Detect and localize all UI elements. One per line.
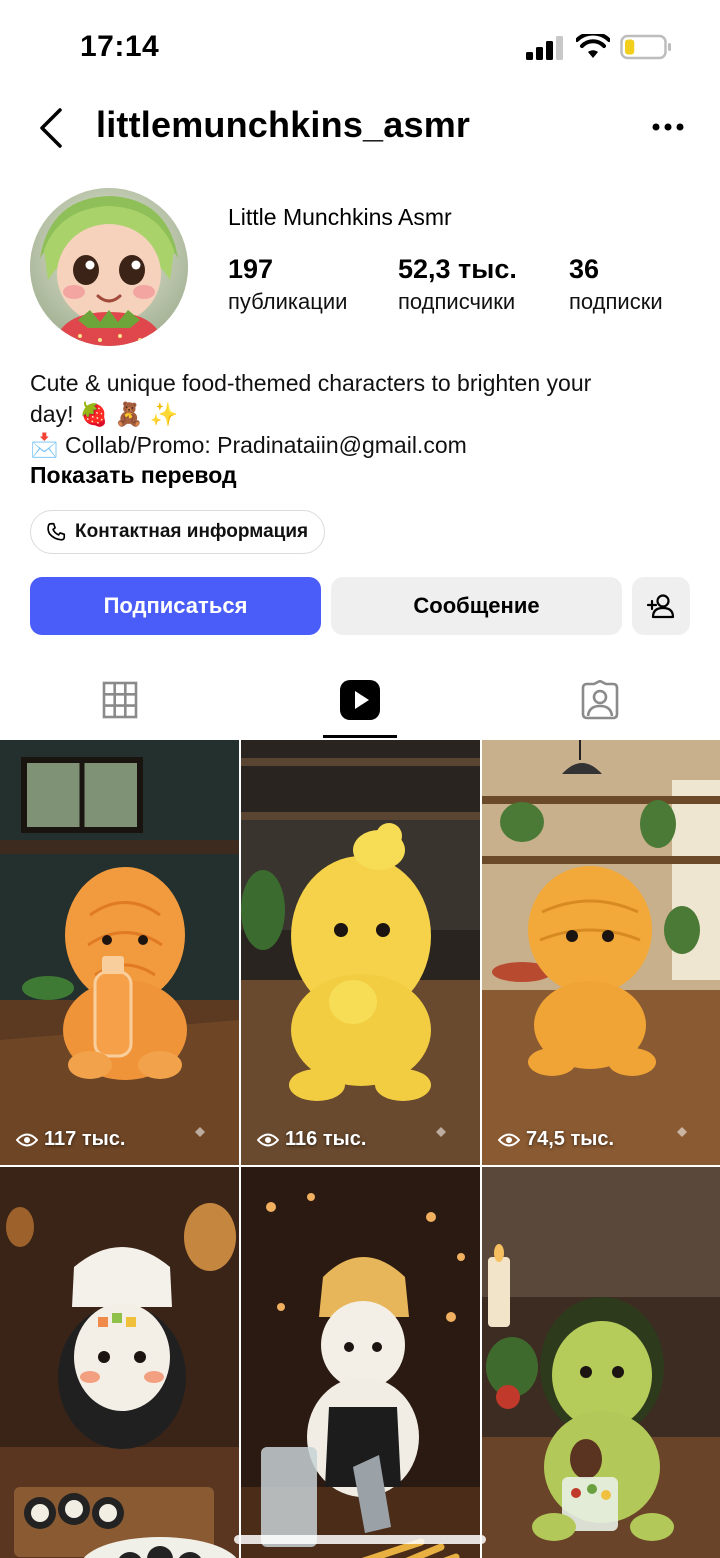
reel-image bbox=[482, 740, 720, 1165]
watermark-icon bbox=[436, 1127, 446, 1137]
watermark-icon bbox=[677, 1127, 687, 1137]
avatar[interactable] bbox=[30, 188, 188, 346]
display-name: Little Munchkins Asmr bbox=[228, 204, 452, 230]
reel-thumbnail[interactable] bbox=[482, 1167, 720, 1558]
phone-icon bbox=[47, 522, 66, 541]
contact-label: Контактная информация bbox=[75, 521, 309, 542]
wifi-icon bbox=[576, 34, 610, 58]
reels-grid: 117 тыс. 116 тыс. 74,5 тыс. bbox=[0, 740, 720, 1558]
contact-info-button[interactable]: Контактная информация bbox=[30, 510, 326, 554]
eye-icon bbox=[16, 1133, 38, 1146]
message-button[interactable]: Сообщение bbox=[331, 577, 622, 635]
profile-tabs bbox=[0, 660, 720, 740]
reel-image bbox=[482, 1167, 720, 1558]
reel-thumbnail[interactable]: 116 тыс. bbox=[241, 740, 480, 1165]
grid-icon bbox=[102, 681, 138, 719]
profile-handle: littlemunchkins_asmr bbox=[96, 104, 471, 145]
follow-button[interactable]: Подписаться bbox=[30, 577, 321, 635]
reel-thumbnail[interactable] bbox=[241, 1167, 480, 1558]
tagged-person-icon bbox=[581, 680, 619, 720]
more-options-icon[interactable] bbox=[648, 112, 688, 142]
show-translation-link[interactable]: Показать перевод bbox=[30, 462, 237, 489]
view-count-text: 116 тыс. bbox=[285, 1128, 367, 1150]
stat-label: подписчики bbox=[398, 289, 516, 314]
battery-icon bbox=[620, 34, 671, 60]
status-bar: 17:14 bbox=[0, 0, 720, 96]
tab-reels[interactable] bbox=[240, 660, 480, 740]
add-person-icon bbox=[646, 594, 675, 619]
view-count: 74,5 тыс. bbox=[498, 1128, 614, 1151]
reel-image bbox=[0, 1167, 239, 1558]
view-count: 117 тыс. bbox=[16, 1128, 125, 1151]
eye-icon bbox=[257, 1133, 279, 1146]
stat-value: 197 bbox=[228, 254, 274, 284]
reels-icon bbox=[340, 680, 380, 720]
suggested-users-button[interactable] bbox=[632, 577, 690, 635]
stat-following[interactable]: 36 подписки bbox=[569, 254, 663, 315]
reel-image bbox=[0, 740, 239, 1165]
view-count-text: 74,5 тыс. bbox=[526, 1128, 615, 1150]
active-tab-indicator bbox=[323, 735, 397, 738]
stat-value: 36 bbox=[569, 254, 600, 284]
stat-value: 52,3 тыс. bbox=[398, 254, 517, 284]
reel-thumbnail[interactable] bbox=[0, 1167, 239, 1558]
bio-line: Cute & unique food-themed characters to … bbox=[30, 370, 592, 396]
tab-tagged[interactable] bbox=[480, 660, 720, 740]
bio: Cute & unique food-themed characters to … bbox=[30, 368, 690, 461]
tab-grid[interactable] bbox=[0, 660, 240, 740]
watermark-icon bbox=[195, 1127, 205, 1137]
stat-followers[interactable]: 52,3 тыс. подписчики bbox=[398, 254, 517, 315]
cellular-signal-icon bbox=[526, 36, 563, 60]
reel-thumbnail[interactable]: 117 тыс. bbox=[0, 740, 239, 1165]
reel-thumbnail[interactable]: 74,5 тыс. bbox=[482, 740, 720, 1165]
stat-posts[interactable]: 197 публикации bbox=[228, 254, 347, 315]
bio-line[interactable]: 📩 Collab/Promo: Pradinataiin@gmail.com bbox=[30, 430, 690, 461]
avatar-character-image bbox=[30, 188, 188, 346]
back-arrow-icon[interactable] bbox=[34, 106, 74, 150]
status-time: 17:14 bbox=[80, 30, 160, 63]
reel-image bbox=[241, 1167, 480, 1558]
view-count: 116 тыс. bbox=[257, 1128, 366, 1151]
reel-image bbox=[241, 740, 480, 1165]
bio-line: day! 🍓 🧸 ✨ bbox=[30, 401, 179, 427]
view-count-text: 117 тыс. bbox=[44, 1128, 126, 1150]
stat-label: подписки bbox=[569, 289, 663, 314]
eye-icon bbox=[498, 1133, 520, 1146]
home-indicator bbox=[234, 1535, 486, 1544]
stat-label: публикации bbox=[228, 289, 348, 314]
